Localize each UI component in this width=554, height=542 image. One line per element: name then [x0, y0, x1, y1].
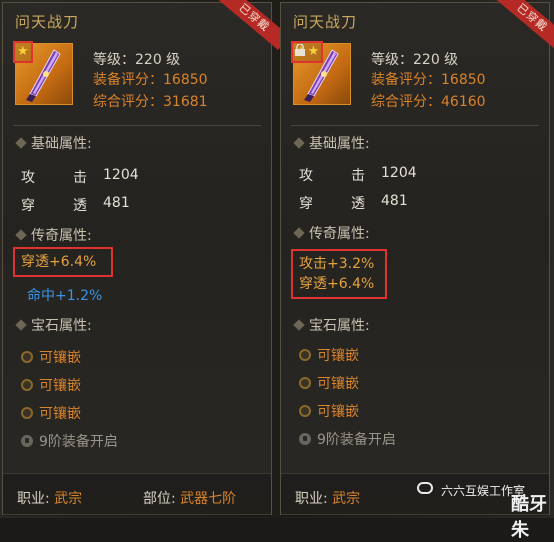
- item-tooltip-right: 问天战刀 已穿戴 ★ ★ 等级：220 级 装备评分：16850 综合评分：46…: [280, 0, 554, 516]
- gem-slot-label: 可镶嵌: [317, 348, 359, 364]
- stat-name: 透: [351, 196, 365, 212]
- gem-slot[interactable]: 可镶嵌: [21, 347, 81, 367]
- legend-attr-header: 传奇属性:: [15, 225, 92, 245]
- gem-slot-icon: [299, 405, 311, 417]
- legend-attr-header: 传奇属性:: [293, 223, 370, 243]
- diamond-icon: [293, 319, 305, 331]
- base-attr-label: 基础属性:: [31, 136, 92, 152]
- stat-name: 穿: [299, 196, 313, 212]
- locked-slot-label: 9阶装备开启: [317, 432, 396, 448]
- legend-attr-label: 传奇属性:: [31, 228, 92, 244]
- pos-value: 武器七阶: [180, 491, 237, 507]
- total-score: 综合评分：46160: [371, 94, 486, 110]
- stat-value: 481: [381, 193, 408, 209]
- gem-slot-label: 可镶嵌: [317, 376, 359, 392]
- gem-attr-label: 宝石属性:: [309, 318, 370, 334]
- item-title: 问天战刀: [293, 13, 358, 31]
- diamond-icon: [15, 229, 27, 241]
- stat-name: 透: [73, 198, 87, 214]
- weapon-icon[interactable]: ★: [13, 41, 73, 105]
- item-level: 等级：220 级: [371, 52, 459, 68]
- gem-slot-icon: [299, 377, 311, 389]
- item-title: 问天战刀: [15, 13, 80, 31]
- locked-slot-label: 9阶装备开启: [39, 434, 118, 450]
- item-level: 等级：220 级: [93, 52, 181, 68]
- legend-attr: 穿透+6.4%: [299, 276, 375, 292]
- diamond-icon: [15, 137, 27, 149]
- legend-attr: 穿透+6.4%: [21, 254, 97, 270]
- gem-slot-icon: [299, 349, 311, 361]
- lock-icon: [299, 433, 311, 445]
- gem-slot[interactable]: 可镶嵌: [21, 375, 81, 395]
- stat-name: 穿: [21, 198, 35, 214]
- total-score: 综合评分：31681: [93, 94, 208, 110]
- gem-slot-icon: [21, 379, 33, 391]
- base-attr-header: 基础属性:: [15, 133, 92, 153]
- star-icon: ★: [307, 44, 320, 59]
- gem-slot[interactable]: 可镶嵌: [299, 401, 359, 421]
- locked-slot: 9阶装备开启: [21, 431, 118, 451]
- star-rating: ★: [13, 41, 33, 63]
- job-value: 武宗: [332, 491, 361, 507]
- footer-pos: 部位: 武器七阶: [143, 488, 236, 508]
- equip-score: 装备评分：16850: [371, 72, 486, 88]
- item-tooltip-left: 问天战刀 已穿戴 ★ 等级：220 级 装备评分：16850 综合评分：3168…: [2, 0, 290, 516]
- gem-attr-header: 宝石属性:: [293, 315, 370, 335]
- footer-job: 职业: 武宗: [295, 488, 360, 508]
- gem-slot-label: 可镶嵌: [317, 404, 359, 420]
- base-attr-label: 基础属性:: [309, 136, 370, 152]
- stat-value: 1204: [103, 167, 139, 183]
- divider: [13, 125, 261, 126]
- divider: [291, 125, 539, 126]
- locked-slot: 9阶装备开启: [299, 429, 396, 449]
- weapon-icon[interactable]: ★ ★: [291, 41, 351, 105]
- gem-slot-label: 可镶嵌: [39, 378, 81, 394]
- stat-name: 击: [73, 170, 87, 186]
- legend-attr: 攻击+3.2%: [299, 256, 375, 272]
- footer-job: 职业: 武宗: [17, 488, 82, 508]
- diamond-icon: [293, 227, 305, 239]
- job-label: 职业:: [17, 491, 50, 507]
- legend-attr-blue: 命中+1.2%: [27, 288, 103, 304]
- job-label: 职业:: [295, 491, 328, 507]
- star-icon: ★: [17, 44, 29, 59]
- gem-attr-label: 宝石属性:: [31, 318, 92, 334]
- gem-slot[interactable]: 可镶嵌: [299, 345, 359, 365]
- gem-slot-label: 可镶嵌: [39, 406, 81, 422]
- gem-slot[interactable]: 可镶嵌: [21, 403, 81, 423]
- stat-name: 攻: [299, 168, 313, 184]
- watermark: 六六互娱工作室 酷牙朱: [415, 476, 551, 541]
- lock-icon: [295, 44, 305, 56]
- base-attr-header: 基础属性:: [293, 133, 370, 153]
- job-value: 武宗: [54, 491, 83, 507]
- gem-slot-icon: [21, 407, 33, 419]
- stat-value: 1204: [381, 165, 417, 181]
- diamond-icon: [293, 137, 305, 149]
- watermark-brand: 酷牙朱: [511, 494, 547, 541]
- lock-icon: [21, 435, 33, 447]
- diamond-icon: [15, 319, 27, 331]
- stat-value: 481: [103, 195, 130, 211]
- gem-attr-header: 宝石属性:: [15, 315, 92, 335]
- pos-label: 部位:: [143, 491, 176, 507]
- legend-attr-label: 传奇属性:: [309, 226, 370, 242]
- stat-name: 攻: [21, 170, 35, 186]
- gem-slot-label: 可镶嵌: [39, 350, 81, 366]
- equip-score: 装备评分：16850: [93, 72, 208, 88]
- legend-highlight: 攻击+3.2% 穿透+6.4%: [291, 249, 387, 299]
- gem-slot-icon: [21, 351, 33, 363]
- gem-slot[interactable]: 可镶嵌: [299, 373, 359, 393]
- legend-highlight: 穿透+6.4%: [13, 247, 113, 277]
- stat-name: 击: [351, 168, 365, 184]
- wechat-icon: [417, 482, 433, 494]
- equipped-badge: 已穿戴: [496, 0, 554, 50]
